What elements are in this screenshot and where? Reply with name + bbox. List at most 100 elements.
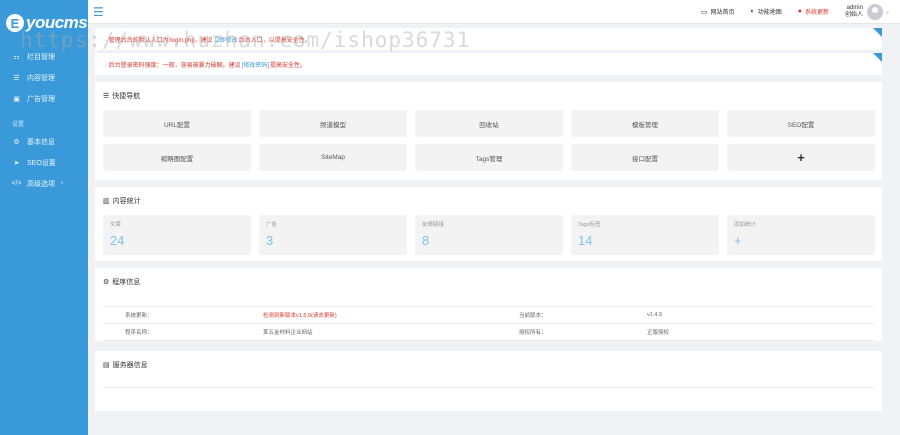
add-shortcut-button[interactable]: + (727, 144, 875, 171)
server-info-panel: ▤ 服务器信息 (95, 351, 882, 411)
notice-text: 提高安全性。 (270, 62, 307, 69)
gear-icon: ⚙ (13, 138, 20, 146)
user-text: admin 创始人 (845, 5, 863, 19)
change-password-link[interactable]: [修改密码] (242, 60, 269, 69)
stat-articles[interactable]: 文章 24 (103, 215, 251, 255)
table-cell: 正版授权 (625, 323, 874, 341)
logo[interactable]: E youcms (0, 0, 88, 46)
table-row (103, 387, 874, 401)
notice-text: 后台入口，以提高安全性。 (238, 37, 311, 44)
system-update-link[interactable]: ● 系统更新 (798, 7, 829, 16)
notice-text: · 管理后台的默认入口为/login.php，建议 (105, 37, 213, 44)
site-home-label: 网站首页 (710, 10, 735, 16)
logo-mark: E (6, 14, 24, 32)
program-info-panel: ⚙ 程序信息 系统更新： 检测到新版本v1.5.0(请去更新) 当前版本： v1… (95, 268, 882, 341)
monitor-icon: ▭ (700, 8, 708, 16)
function-map-link[interactable]: ◐ 功能地图 (750, 7, 781, 16)
table-cell: 系统更新： (103, 306, 241, 324)
panel-title: ☰ 快捷导航 (103, 82, 874, 110)
add-stat-icon: + (734, 233, 742, 248)
user-menu[interactable]: admin 创始人 ⌄ (845, 3, 890, 20)
quick-nav-api[interactable]: 接口配置 (571, 144, 719, 171)
notice-link[interactable]: 立即修改 (214, 35, 238, 44)
panel-title-text: 程序信息 (112, 279, 141, 286)
paper-plane-icon: ➤ (13, 159, 20, 167)
topbar-actions: ▭ 网站首页 ◐ 功能地图 ● 系统更新 admin 创始人 ⌄ (700, 3, 900, 20)
site-home-link[interactable]: ▭ 网站首页 (700, 7, 735, 17)
function-map-label: 功能地图 (757, 10, 782, 16)
panel-title-text: 内容统计 (112, 198, 141, 205)
panel-title-text: 服务器信息 (112, 362, 148, 369)
stats-grid: 文章 24 广告 3 友情链接 8 Tags标签 14 添加统计 + (103, 215, 875, 261)
notice-password: · 后台登录密码强度：一般，容易被暴力破解。建议 [修改密码] 提高安全性。 (95, 53, 882, 75)
quick-nav-tags[interactable]: Tags管理 (415, 144, 563, 171)
quick-nav-thumbnail[interactable]: 缩略图配置 (103, 144, 251, 171)
stat-value: 8 (422, 233, 430, 248)
stat-add[interactable]: 添加统计 + (727, 215, 875, 255)
panel-title: ▤ 服务器信息 (103, 351, 874, 379)
sidebar-item-advanced[interactable]: </> 高级选项 › (0, 173, 88, 194)
chevron-right-icon: › (61, 180, 64, 187)
sidebar-item-seo[interactable]: ➤ SEO设置 (0, 152, 88, 173)
menu-toggle-icon[interactable]: ☰ (93, 5, 104, 19)
system-update-label: 系统更新 (804, 10, 829, 16)
stat-label: 友情链接 (422, 222, 445, 228)
server-icon: ▤ (103, 362, 110, 369)
stat-label: 广告 (266, 222, 278, 228)
table-row: 程序名称： 某五金材料企业网站 授权所有： 正版授权 (103, 323, 874, 341)
stats-panel: ▥ 内容统计 文章 24 广告 3 友情链接 8 Tags标签 14 添加统计 … (95, 187, 882, 261)
sidebar: E youcms ⚏ 栏目管理 ☰ 内容管理 ▣ 广告管理 设置 ⚙ 基本信息 … (0, 0, 88, 435)
sidebar-item-basic-info[interactable]: ⚙ 基本信息 (0, 131, 88, 152)
avatar[interactable] (866, 3, 883, 20)
program-info-table: 系统更新： 检测到新版本v1.5.0(请去更新) 当前版本： v1.4.9 程序… (103, 306, 874, 341)
stat-tags[interactable]: Tags标签 14 (571, 215, 719, 255)
stat-links[interactable]: 友情链接 8 (415, 215, 563, 255)
sitemap-icon: ⚏ (13, 53, 20, 61)
update-available-link[interactable]: 检测到新版本v1.5.0(请去更新) (241, 306, 497, 324)
main-content: · 管理后台的默认入口为/login.php，建议 立即修改 后台入口，以提高安… (95, 28, 882, 411)
panel-title: ▥ 内容统计 (103, 187, 874, 215)
notice-text: · 后台登录密码强度：一般，容易被暴力破解。建议 (105, 62, 241, 69)
quick-nav-url-config[interactable]: URL配置 (103, 110, 251, 137)
sidebar-item-label: 基本信息 (27, 138, 55, 146)
logo-text: youcms (26, 13, 88, 32)
user-role: 创始人 (844, 11, 863, 18)
quick-nav-template[interactable]: 模板管理 (571, 110, 719, 137)
stat-value: 14 (578, 233, 593, 248)
table-cell: 程序名称： (103, 323, 241, 341)
chevron-down-icon: ⌄ (884, 9, 890, 15)
sidebar-item-ads[interactable]: ▣ 广告管理 (0, 88, 88, 109)
topbar: ☰ ▭ 网站首页 ◐ 功能地图 ● 系统更新 admin 创始人 ⌄ (88, 0, 900, 24)
notice-login-entry: · 管理后台的默认入口为/login.php，建议 立即修改 后台入口，以提高安… (95, 28, 882, 50)
sidebar-item-label: 栏目管理 (27, 53, 55, 61)
corner-marker (873, 53, 882, 62)
stat-ads[interactable]: 广告 3 (259, 215, 407, 255)
bar-chart-icon: ▥ (103, 198, 110, 205)
table-cell: v1.4.9 (625, 306, 874, 324)
quick-nav-sitemap[interactable]: SiteMap (259, 144, 407, 171)
list-icon: ☰ (103, 93, 110, 100)
quick-nav-channel-model[interactable]: 频道模型 (259, 110, 407, 137)
sidebar-item-columns[interactable]: ⚏ 栏目管理 (0, 46, 88, 67)
quick-nav-recycle-bin[interactable]: 回收站 (415, 110, 563, 137)
panel-title-text: 快捷导航 (112, 93, 141, 100)
quick-nav-grid: URL配置 频道模型 回收站 模板管理 SEO配置 缩略图配置 SiteMap … (103, 110, 875, 180)
table-cell: 某五金材料企业网站 (241, 323, 497, 341)
table-cell: 当前版本： (497, 306, 625, 324)
sidebar-item-label: 内容管理 (27, 74, 55, 82)
table-cell: 授权所有： (497, 323, 625, 341)
stat-label: 添加统计 (734, 222, 757, 228)
table-row: 系统更新： 检测到新版本v1.5.0(请去更新) 当前版本： v1.4.9 (103, 306, 874, 324)
alert-icon: ● (797, 8, 802, 15)
sidebar-item-label: SEO设置 (27, 159, 56, 167)
quick-nav-seo[interactable]: SEO配置 (727, 110, 875, 137)
stat-label: 文章 (110, 222, 122, 228)
sidebar-item-content[interactable]: ☰ 内容管理 (0, 67, 88, 88)
stat-label: Tags标签 (578, 222, 601, 228)
sidebar-item-label: 高级选项 (27, 180, 55, 188)
quick-nav-panel: ☰ 快捷导航 URL配置 频道模型 回收站 模板管理 SEO配置 缩略图配置 S… (95, 82, 882, 180)
user-name: admin (846, 4, 863, 11)
gear-icon: ⚙ (103, 279, 110, 286)
toggle-icon: ◐ (750, 8, 755, 15)
image-icon: ▣ (13, 95, 20, 103)
